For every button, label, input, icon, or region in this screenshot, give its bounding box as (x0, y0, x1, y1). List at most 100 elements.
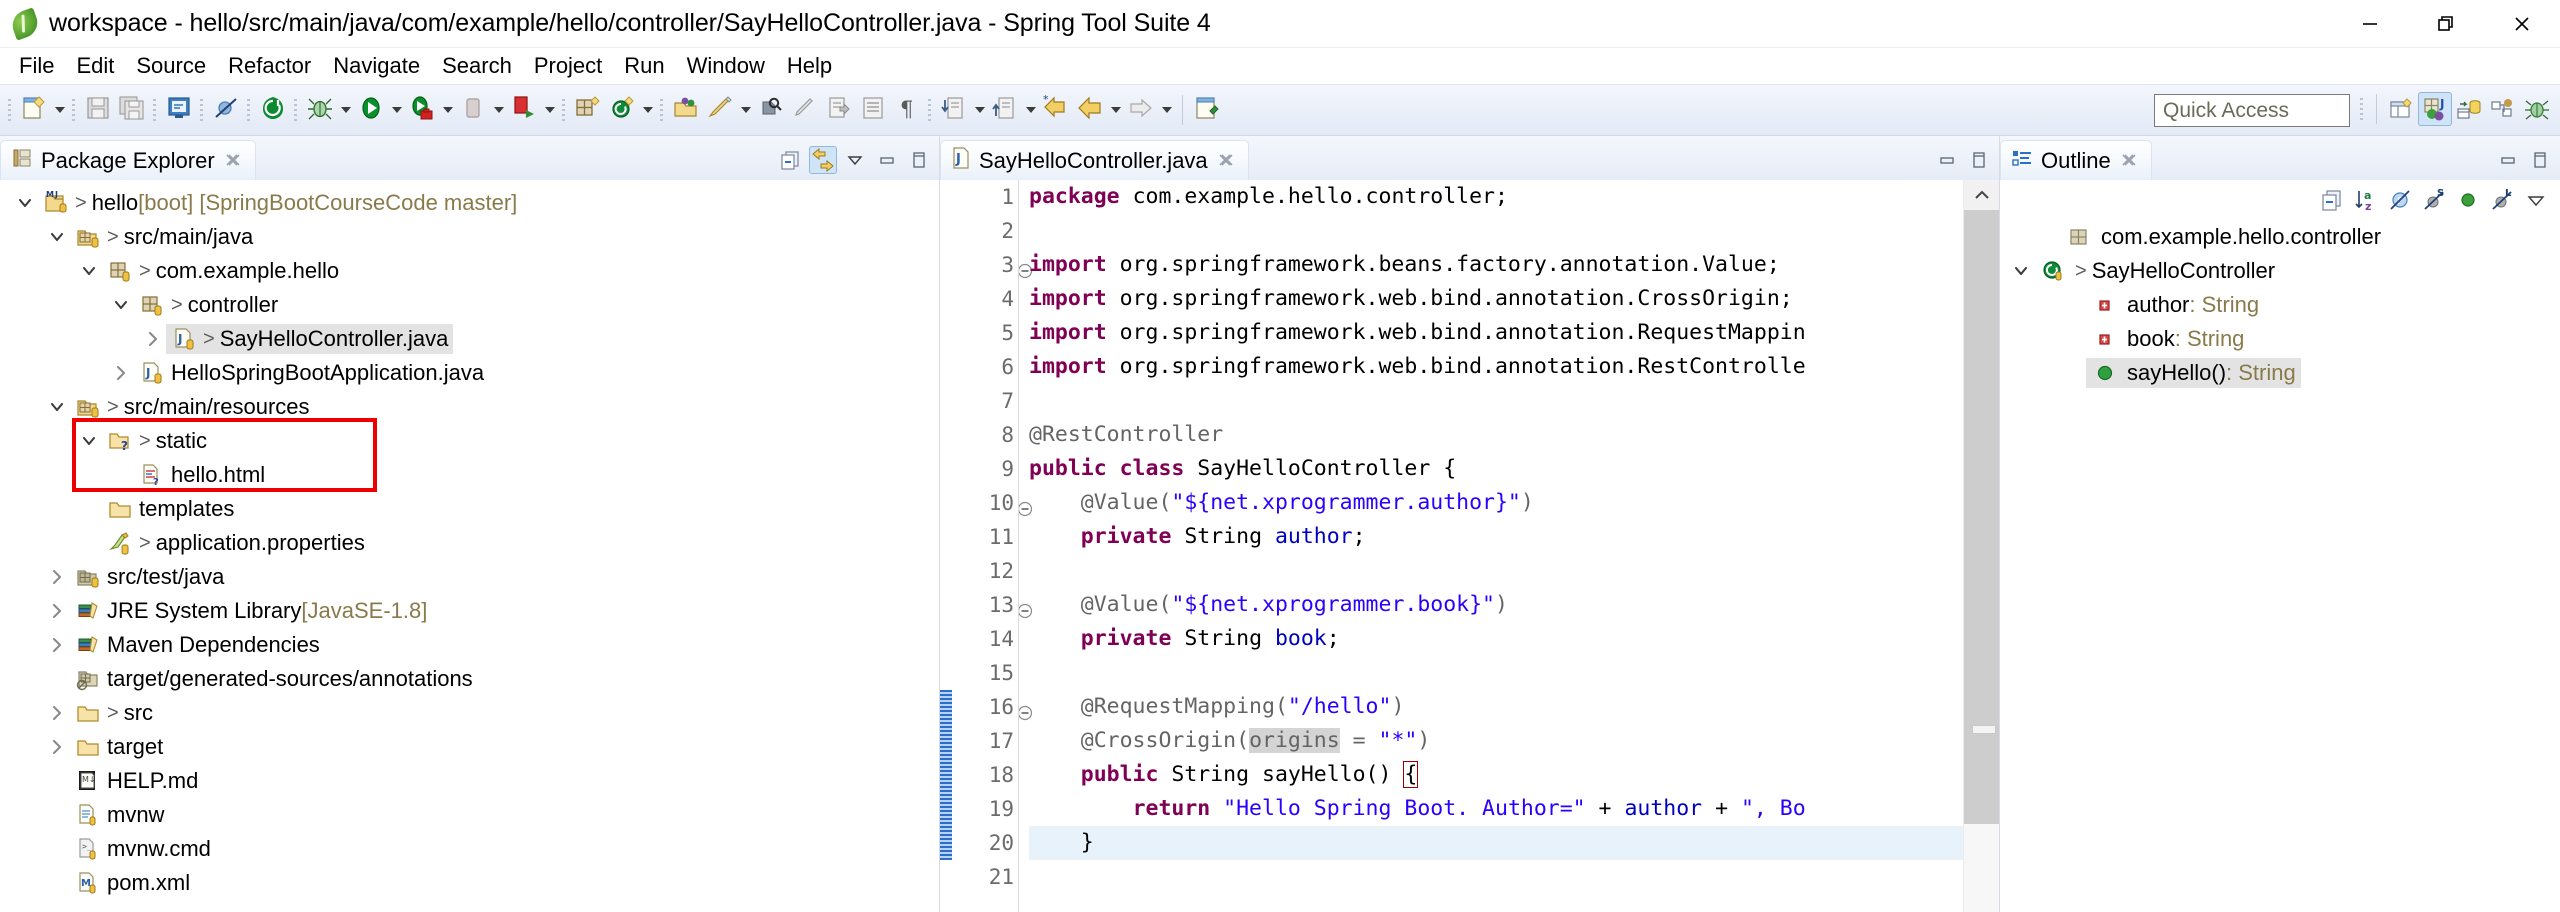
toolbar-grip[interactable] (152, 97, 159, 123)
tree-item-com-example-hello[interactable]: >com.example.hello (0, 254, 939, 288)
coverage-button[interactable] (507, 93, 541, 127)
code-line-2[interactable] (1029, 214, 1963, 248)
close-button[interactable] (2484, 0, 2560, 48)
quick-access-input[interactable]: Quick Access (2154, 94, 2350, 127)
chevron-down-icon[interactable] (490, 93, 507, 127)
outline-item-content[interactable]: com.example.hello.controller (2060, 222, 2386, 252)
code-line-9[interactable]: public class SayHelloController { (1029, 452, 1963, 486)
forward-button[interactable] (1124, 93, 1158, 127)
menu-run[interactable]: Run (613, 51, 675, 81)
hide-local-types-icon[interactable]: L (2488, 186, 2516, 214)
chevron-down-icon[interactable] (76, 432, 102, 450)
tree-item-hello[interactable]: MJ>hello [boot] [SpringBootCourseCode ma… (0, 186, 939, 220)
tree-item-content[interactable]: M↓HELP.md (70, 766, 203, 796)
skip-breakpoints-button[interactable] (209, 93, 243, 127)
menu-navigate[interactable]: Navigate (322, 51, 431, 81)
tree-item-hellospringbootapplication-java[interactable]: JHelloSpringBootApplication.java (0, 356, 939, 390)
menu-project[interactable]: Project (523, 51, 613, 81)
outline-item-book[interactable]: book : String (2000, 322, 2560, 356)
database-perspective-icon[interactable] (2452, 92, 2486, 126)
chevron-down-icon[interactable] (1158, 93, 1175, 127)
tree-item-content[interactable]: >src (70, 698, 158, 728)
chevron-right-icon[interactable] (44, 704, 70, 722)
open-console-button[interactable] (162, 93, 196, 127)
link-editor-icon[interactable] (809, 146, 837, 174)
chevron-right-icon[interactable] (108, 364, 134, 382)
maximize-view-icon[interactable] (1965, 146, 1993, 174)
tree-item-hello-html[interactable]: ?hello.html (0, 458, 939, 492)
code-line-17[interactable]: @CrossOrigin(origins = "*") (1029, 724, 1963, 758)
code-line-4[interactable]: import org.springframework.web.bind.anno… (1029, 282, 1963, 316)
chevron-down-icon[interactable] (108, 296, 134, 314)
code-line-11[interactable]: private String author; (1029, 520, 1963, 554)
overview-marker[interactable] (1972, 725, 1996, 734)
outline-item-content[interactable]: author : String (2086, 290, 2264, 320)
chevron-right-icon[interactable] (44, 636, 70, 654)
tree-item-src-main-resources[interactable]: >src/main/resources (0, 390, 939, 424)
java-browsing-icon[interactable] (2486, 92, 2520, 126)
code-line-13[interactable]: @Value("${net.xprogrammer.book}") (1029, 588, 1963, 622)
search-button[interactable] (754, 93, 788, 127)
back-to-last-edit-button[interactable]: * (1039, 93, 1073, 127)
toolbar-grip[interactable] (71, 97, 78, 123)
tree-item-pom-xml[interactable]: Mpom.xml (0, 866, 939, 900)
outline-tree[interactable]: com.example.hello.controller>SayHelloCon… (2000, 220, 2560, 912)
package-explorer-tree[interactable]: MJ>hello [boot] [SpringBootCourseCode ma… (0, 180, 939, 912)
hide-fields-icon[interactable]: F (2386, 186, 2414, 214)
menu-edit[interactable]: Edit (65, 51, 125, 81)
prev-annotation-button[interactable] (856, 93, 890, 127)
menu-file[interactable]: File (8, 51, 65, 81)
tree-item-content[interactable]: >application.properties (102, 528, 370, 558)
chevron-down-icon[interactable] (2008, 262, 2034, 280)
toolbar-grip[interactable] (659, 97, 666, 123)
tree-item-content[interactable]: >com.example.hello (102, 256, 344, 286)
tree-item-content[interactable]: JHelloSpringBootApplication.java (134, 358, 489, 388)
tree-item-src-test-java[interactable]: src/test/java (0, 560, 939, 594)
hide-static-icon[interactable]: S (2420, 186, 2448, 214)
menu-refactor[interactable]: Refactor (217, 51, 322, 81)
tree-item-content[interactable]: target/generated-sources/annotations (70, 664, 478, 694)
code-line-15[interactable] (1029, 656, 1963, 690)
restore-button[interactable] (2408, 0, 2484, 48)
code-line-7[interactable] (1029, 384, 1963, 418)
chevron-down-icon[interactable] (541, 93, 558, 127)
chevron-down-icon[interactable] (2522, 186, 2550, 214)
chevron-down-icon[interactable] (737, 93, 754, 127)
tree-item-controller[interactable]: >controller (0, 288, 939, 322)
save-all-button[interactable] (115, 93, 149, 127)
tab-outline[interactable]: Outline (2000, 140, 2152, 180)
code-editor[interactable]: 123456789101112131415161718192021 packag… (940, 180, 1999, 912)
code-line-6[interactable]: import org.springframework.web.bind.anno… (1029, 350, 1963, 384)
tree-item-templates[interactable]: templates (0, 492, 939, 526)
chevron-down-icon[interactable] (1022, 93, 1039, 127)
tree-item-content[interactable]: J>SayHelloController.java (166, 324, 453, 354)
boot-dashboard-button[interactable] (256, 93, 290, 127)
tree-item-content[interactable]: MJ>hello [boot] [SpringBootCourseCode ma… (38, 188, 522, 218)
toolbar-grip[interactable] (561, 97, 568, 123)
tree-item-content[interactable]: src/test/java (70, 562, 229, 592)
chevron-right-icon[interactable] (44, 602, 70, 620)
close-icon[interactable] (2119, 151, 2139, 171)
code-line-21[interactable] (1029, 860, 1963, 894)
tree-item-content[interactable]: >_mvnw.cmd (70, 834, 216, 864)
debug-perspective-icon[interactable] (2520, 92, 2554, 126)
new-wizard-button[interactable] (17, 93, 51, 127)
chevron-down-icon[interactable] (388, 93, 405, 127)
new-java-package-button[interactable] (571, 93, 605, 127)
code-line-16[interactable]: @RequestMapping("/hello") (1029, 690, 1963, 724)
tree-item-content[interactable]: mvnw (70, 800, 169, 830)
chevron-down-icon[interactable] (841, 146, 869, 174)
outline-item-com-example-hello-controller[interactable]: com.example.hello.controller (2000, 220, 2560, 254)
tree-item-mvnw-cmd[interactable]: >_mvnw.cmd (0, 832, 939, 866)
chevron-down-icon[interactable] (639, 93, 656, 127)
tree-item-content[interactable]: >controller (134, 290, 283, 320)
tree-item-content[interactable]: JRE System Library [JavaSE-1.8] (70, 596, 432, 626)
chevron-down-icon[interactable] (971, 93, 988, 127)
chevron-down-icon[interactable] (44, 228, 70, 246)
outline-item-content[interactable]: book : String (2086, 324, 2249, 354)
menu-source[interactable]: Source (125, 51, 217, 81)
source-code[interactable]: package com.example.hello.controller; im… (1018, 180, 1963, 912)
chevron-right-icon[interactable] (140, 330, 166, 348)
previous-edit-button[interactable] (988, 93, 1022, 127)
tab-sayhellocontroller-java[interactable]: J SayHelloController.java (940, 140, 1249, 180)
